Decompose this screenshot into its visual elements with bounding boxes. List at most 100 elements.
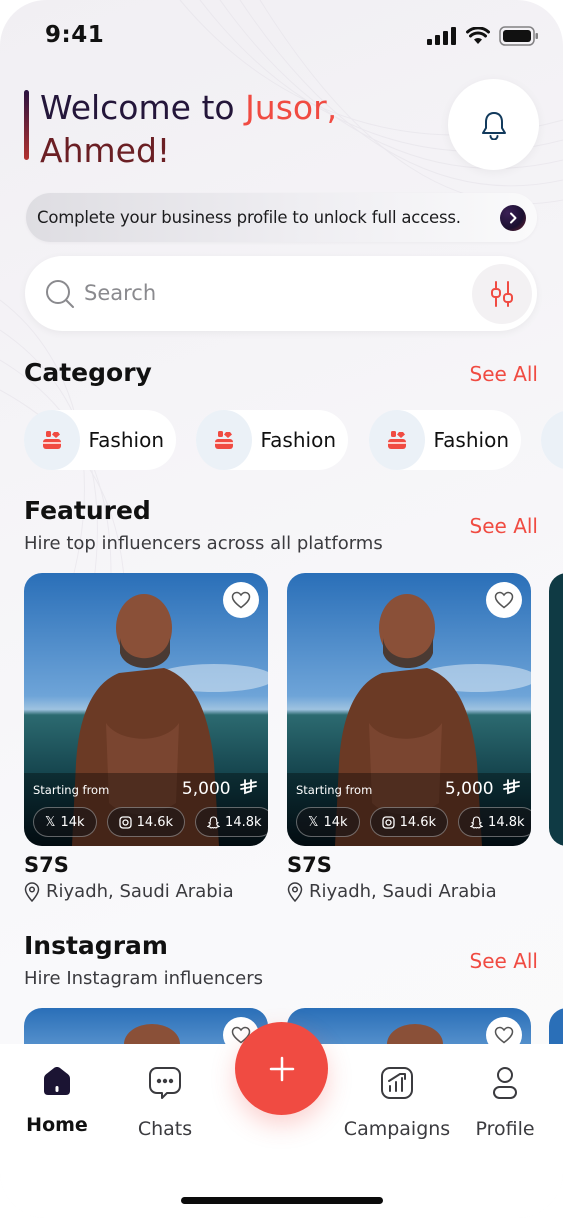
fashion-icon <box>196 410 252 470</box>
complete-profile-banner[interactable]: Complete your business profile to unlock… <box>26 193 537 242</box>
snapchat-icon <box>207 815 221 829</box>
riyal-icon <box>503 779 520 795</box>
instagram-see-all-link[interactable]: See All <box>470 949 538 973</box>
welcome-heading: Welcome to Jusor, Ahmed! <box>24 86 337 172</box>
featured-cards: Starting from 5,000 𝕏 14k 14.6k 14.8k S7S… <box>24 573 563 913</box>
bell-icon <box>481 111 506 140</box>
nav-campaigns-label: Campaigns <box>343 1118 451 1140</box>
battery-icon <box>499 26 538 46</box>
welcome-text: Welcome to Jusor, Ahmed! <box>40 86 337 172</box>
snapchat-icon <box>470 815 484 829</box>
category-label: Fashion <box>260 428 337 452</box>
brand-name: Jusor, <box>245 88 338 127</box>
fashion-icon <box>24 410 80 470</box>
influencer-photo: Starting from 5,000 𝕏 14k 14.6k 14.8k <box>287 573 531 846</box>
featured-see-all-link[interactable]: See All <box>470 514 538 538</box>
nav-campaigns[interactable]: Campaigns <box>342 1066 452 1140</box>
starting-from-label: Starting from <box>33 783 110 797</box>
category-label: Fashion <box>88 428 165 452</box>
social-stats: 𝕏 14k 14.6k 14.8k <box>296 807 531 837</box>
user-icon <box>493 1067 517 1099</box>
category-title: Category <box>24 358 152 387</box>
favorite-button[interactable] <box>223 582 259 618</box>
category-list: Fashion Fashion Fashion <box>24 410 563 472</box>
status-icons <box>427 26 539 46</box>
social-stats: 𝕏 14k 14.6k 14.8k <box>33 807 268 837</box>
influencer-card[interactable]: Starting from 5,000 𝕏 14k 14.6k 14.8k S7S… <box>24 573 268 902</box>
favorite-button[interactable] <box>486 582 522 618</box>
category-chip-fashion[interactable]: Fashion <box>24 410 176 470</box>
heart-icon <box>494 1026 514 1044</box>
category-chip-partial[interactable] <box>541 410 563 470</box>
x-logo-icon: 𝕏 <box>308 814 319 830</box>
featured-title: Featured <box>24 496 151 525</box>
location-pin-icon <box>287 881 303 902</box>
influencer-card-partial[interactable] <box>549 573 563 846</box>
status-time: 9:41 <box>45 22 105 48</box>
nav-chats-label: Chats <box>137 1118 193 1140</box>
x-followers-badge: 𝕏 14k <box>33 807 97 837</box>
filter-sliders-icon <box>491 281 513 307</box>
filter-button[interactable] <box>472 264 532 324</box>
home-screen: 9:41 Welcome to Jusor, Ahmed! Complete y… <box>0 0 563 1218</box>
campaigns-chart-icon <box>381 1067 413 1099</box>
snapchat-followers-badge: 14.8k <box>195 807 268 837</box>
influencer-card[interactable] <box>287 1008 531 1048</box>
price-value: 5,000 <box>181 779 231 799</box>
wifi-icon <box>466 27 490 44</box>
price: 5,000 <box>182 779 258 799</box>
price: 5,000 <box>445 779 521 799</box>
home-indicator <box>181 1197 383 1204</box>
fashion-icon <box>369 410 425 470</box>
search-icon <box>46 280 74 308</box>
notifications-button[interactable] <box>448 79 539 170</box>
riyal-icon <box>240 779 257 795</box>
fashion-icon <box>541 410 563 470</box>
welcome-prefix: Welcome to <box>40 88 246 127</box>
influencer-location: Riyadh, Saudi Arabia <box>287 881 531 902</box>
search-bar[interactable]: Search <box>25 256 537 331</box>
nav-home-label: Home <box>26 1114 88 1136</box>
snapchat-followers-badge: 14.8k <box>458 807 531 837</box>
price-value: 5,000 <box>444 779 494 799</box>
category-see-all-link[interactable]: See All <box>470 362 538 386</box>
instagram-title: Instagram <box>24 931 168 960</box>
create-button[interactable] <box>235 1022 328 1115</box>
influencer-card[interactable] <box>24 1008 268 1048</box>
influencer-card[interactable]: Starting from 5,000 𝕏 14k 14.6k 14.8k S7S… <box>287 573 531 902</box>
user-name: Ahmed! <box>40 131 171 170</box>
category-chip-fashion[interactable]: Fashion <box>369 410 521 470</box>
starting-from-label: Starting from <box>296 783 373 797</box>
x-logo-icon: 𝕏 <box>45 814 56 830</box>
search-input[interactable]: Search <box>84 281 156 305</box>
influencer-photo: Starting from 5,000 𝕏 14k 14.6k 14.8k <box>24 573 268 846</box>
nav-profile[interactable]: Profile <box>450 1066 560 1140</box>
x-followers-badge: 𝕏 14k <box>296 807 360 837</box>
heart-icon <box>494 591 514 609</box>
influencer-name: S7S <box>287 853 332 877</box>
influencer-photo <box>549 573 563 846</box>
heart-icon <box>231 591 251 609</box>
instagram-subtitle: Hire Instagram influencers <box>24 968 264 989</box>
influencer-card-partial[interactable] <box>549 1008 563 1048</box>
chat-bubble-icon <box>149 1067 181 1099</box>
cellular-signal-icon <box>427 27 456 45</box>
nav-home[interactable]: Home <box>2 1066 112 1136</box>
influencer-location: Riyadh, Saudi Arabia <box>24 881 268 902</box>
instagram-followers-badge: 14.6k <box>369 807 449 837</box>
home-icon <box>44 1067 70 1095</box>
category-chip-fashion[interactable]: Fashion <box>196 410 348 470</box>
instagram-followers-badge: 14.6k <box>106 807 186 837</box>
plus-icon <box>269 1056 294 1081</box>
instagram-icon <box>381 815 395 829</box>
nav-chats[interactable]: Chats <box>110 1066 220 1140</box>
featured-subtitle: Hire top influencers across all platform… <box>24 533 383 554</box>
banner-text: Complete your business profile to unlock… <box>37 208 461 227</box>
influencer-name: S7S <box>24 853 69 877</box>
instagram-icon <box>118 815 132 829</box>
location-pin-icon <box>24 881 40 902</box>
welcome-accent-bar <box>24 90 29 160</box>
chevron-right-icon[interactable] <box>500 205 526 231</box>
nav-profile-label: Profile <box>475 1118 535 1140</box>
category-label: Fashion <box>433 428 510 452</box>
